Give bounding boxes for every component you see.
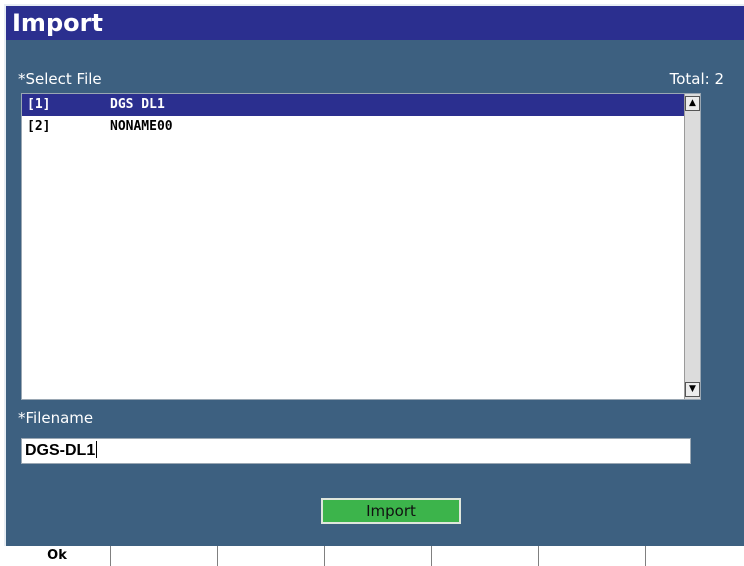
- file-list-item[interactable]: [2] NONAME00: [22, 116, 700, 138]
- softkey-1[interactable]: Ok: [4, 546, 111, 566]
- softkey-2[interactable]: [111, 546, 218, 566]
- softkey-7[interactable]: [646, 546, 744, 566]
- file-index: [2]: [27, 119, 51, 134]
- total-count: Total: 2: [670, 70, 724, 88]
- total-value: 2: [714, 70, 724, 88]
- softkey-3[interactable]: [218, 546, 325, 566]
- file-name: NONAME00: [110, 119, 173, 134]
- softkey-4[interactable]: [325, 546, 432, 566]
- import-button[interactable]: Import: [321, 498, 461, 524]
- total-label: Total:: [669, 70, 710, 88]
- scroll-down-icon[interactable]: ▼: [685, 382, 700, 397]
- dialog-title: Import: [6, 6, 744, 40]
- softkey-bar: Ok: [4, 546, 744, 566]
- filename-input[interactable]: DGS-DL1: [21, 438, 691, 464]
- file-name: DGS DL1: [110, 97, 165, 112]
- file-list-item[interactable]: [1] DGS DL1: [22, 94, 700, 116]
- file-list[interactable]: [1] DGS DL1 [2] NONAME00 ▲ ▼: [21, 93, 701, 400]
- select-file-label: *Select File: [18, 70, 102, 88]
- softkey-6[interactable]: [539, 546, 646, 566]
- import-dialog: Import *Select File Total: 2 [1] DGS DL1…: [4, 4, 744, 546]
- softkey-5[interactable]: [432, 546, 539, 566]
- scroll-up-icon[interactable]: ▲: [685, 96, 700, 111]
- text-caret: [96, 441, 98, 458]
- filename-value: DGS-DL1: [25, 442, 96, 459]
- filename-label: *Filename: [18, 409, 94, 427]
- file-index: [1]: [27, 97, 51, 112]
- list-scrollbar[interactable]: ▲ ▼: [684, 94, 700, 399]
